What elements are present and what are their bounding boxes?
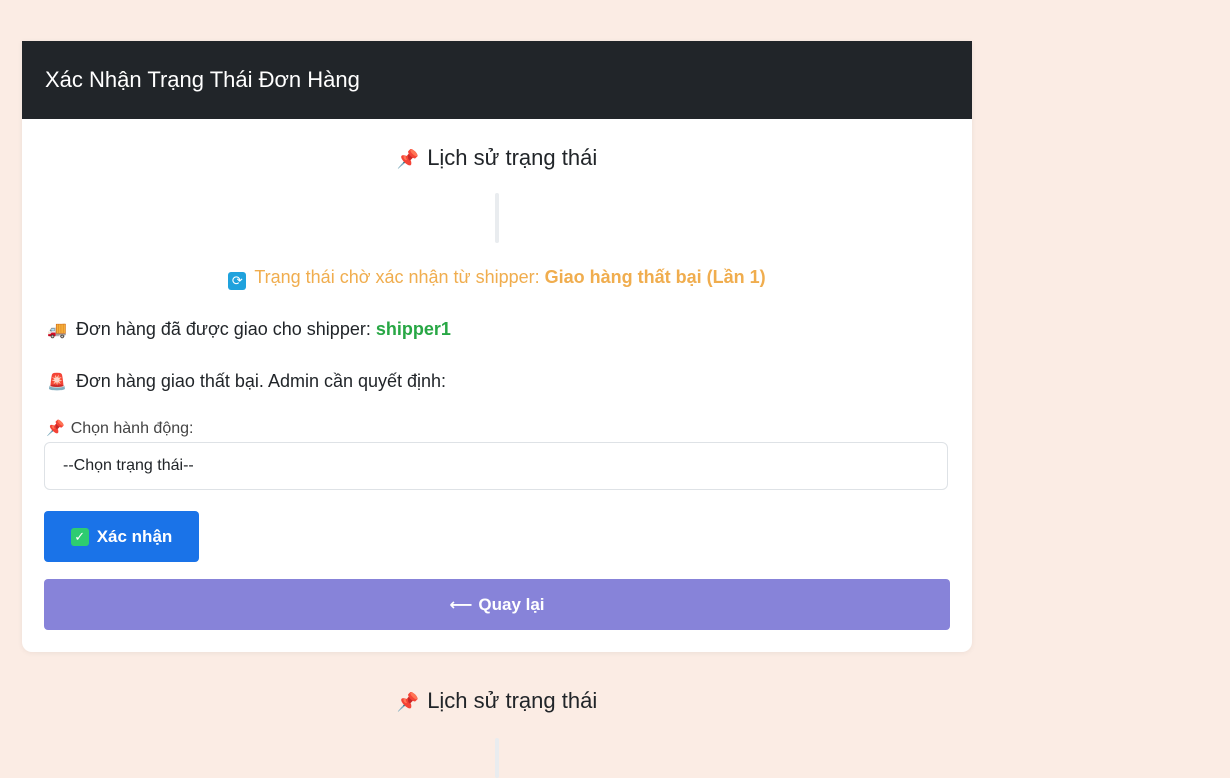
- outer-timeline-line: [495, 738, 499, 778]
- action-select[interactable]: --Chọn trạng thái--: [44, 442, 948, 490]
- outer-history-heading: 📌 Lịch sử trạng thái: [396, 688, 598, 713]
- check-icon: ✓: [70, 527, 89, 546]
- confirm-button[interactable]: ✓ Xác nhận: [44, 511, 199, 562]
- action-select-value: --Chọn trạng thái--: [63, 457, 194, 474]
- card-header: Xác Nhận Trạng Thái Đơn Hàng: [22, 41, 972, 119]
- back-button[interactable]: ⟵ Quay lại: [44, 579, 950, 630]
- order-status-card: Xác Nhận Trạng Thái Đơn Hàng 📌 Lịch sử tr…: [22, 41, 972, 652]
- pending-status-line: ⟳ Trạng thái chờ xác nhận từ shipper: Gia…: [22, 267, 972, 290]
- history-heading: 📌 Lịch sử trạng thái: [396, 145, 598, 170]
- shipper-name: shipper1: [375, 319, 451, 339]
- assigned-shipper-line: 🚚 Đơn hàng đã được giao cho shipper: ship…: [47, 319, 451, 339]
- failed-delivery-line: 🚨 Đơn hàng giao thất bại. Admin cần quyết…: [47, 371, 447, 391]
- delivery-truck-icon: 🚚: [47, 322, 67, 339]
- pushpin-icon: 📌: [46, 420, 65, 437]
- timeline-line: [495, 193, 499, 243]
- siren-icon: 🚨: [47, 374, 67, 391]
- action-label: 📌 Chọn hành động:: [46, 420, 194, 437]
- sync-icon: ⟳: [228, 272, 247, 290]
- arrow-left-icon: ⟵: [449, 596, 473, 614]
- pending-status-value: Giao hàng thất bại (Lần 1): [544, 267, 766, 287]
- pushpin-icon: 📌: [396, 149, 420, 169]
- page-title: Xác Nhận Trạng Thái Đơn Hàng: [45, 67, 360, 92]
- pushpin-icon: 📌: [396, 692, 420, 712]
